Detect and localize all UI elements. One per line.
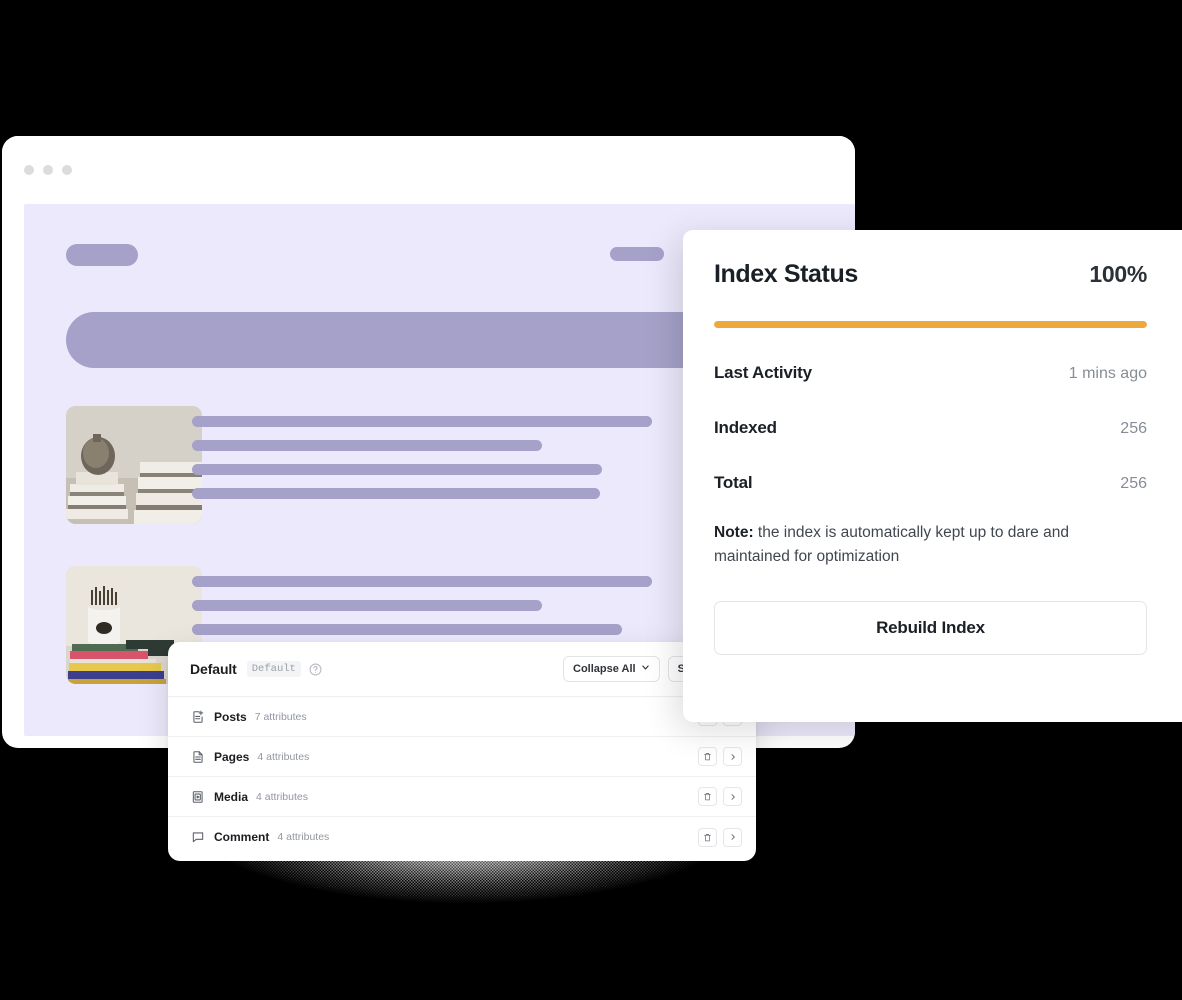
window-dot-close-icon[interactable]	[24, 165, 34, 175]
row-actions	[698, 747, 742, 766]
window-dot-maximize-icon[interactable]	[62, 165, 72, 175]
document-icon	[190, 749, 205, 764]
row-attribute-count: 7 attributes	[254, 710, 307, 723]
screenshot-stage: Default Default Collapse All Sources &	[0, 0, 1182, 1000]
collapse-all-label: Collapse All	[573, 663, 636, 675]
document-plus-icon	[190, 709, 205, 724]
stat-label: Last Activity	[714, 363, 812, 382]
table-row[interactable]: Comment 4 attributes	[168, 817, 756, 857]
mock-thumbnail-vase	[66, 406, 202, 524]
schema-panel-header: Default Default Collapse All Sources &	[168, 642, 756, 697]
placeholder-text-block-1	[192, 416, 672, 512]
row-name: Media	[214, 789, 249, 804]
stat-value: 256	[1120, 475, 1147, 492]
stat-value: 256	[1120, 420, 1147, 437]
row-attribute-count: 4 attributes	[256, 790, 308, 803]
placeholder-nav-pill	[610, 247, 664, 261]
expand-row-button[interactable]	[723, 787, 742, 806]
stat-last-activity: Last Activity 1 mins ago	[714, 363, 1147, 383]
placeholder-logo-pill	[66, 244, 138, 266]
row-actions	[698, 787, 742, 806]
expand-row-button[interactable]	[723, 827, 742, 847]
table-row[interactable]: Posts 7 attributes	[168, 697, 756, 737]
row-attribute-count: 4 attributes	[277, 831, 330, 843]
expand-row-button[interactable]	[723, 747, 742, 766]
media-icon	[190, 789, 205, 804]
delete-row-button[interactable]	[698, 787, 717, 806]
index-percent-value: 100%	[1089, 261, 1147, 287]
index-status-header: Index Status 100%	[714, 260, 1147, 289]
help-circle-icon[interactable]	[309, 663, 322, 676]
row-attribute-count: 4 attributes	[257, 750, 310, 763]
delete-row-button[interactable]	[698, 747, 717, 766]
stat-label: Indexed	[714, 418, 777, 437]
index-status-panel: Index Status 100% Last Activity 1 mins a…	[683, 230, 1182, 722]
delete-row-button[interactable]	[698, 827, 717, 847]
row-name: Comment	[214, 830, 270, 844]
schema-default-badge: Default	[246, 661, 301, 677]
stat-total: Total 256	[714, 473, 1147, 493]
row-name: Pages	[214, 749, 250, 764]
page-title: Index Status	[714, 260, 858, 288]
window-dot-minimize-icon[interactable]	[43, 165, 53, 175]
browser-titlebar	[2, 136, 855, 204]
schema-panel: Default Default Collapse All Sources &	[168, 642, 756, 861]
stat-value: 1 mins ago	[1068, 365, 1147, 382]
index-progress-bar	[714, 321, 1147, 328]
collapse-all-button[interactable]: Collapse All	[563, 656, 660, 682]
index-note-text: the index is automatically kept up to da…	[714, 524, 1069, 566]
stat-label: Total	[714, 473, 753, 492]
comment-icon	[190, 830, 205, 845]
table-row[interactable]: Media 4 attributes	[168, 777, 756, 817]
index-note-label: Note:	[714, 524, 754, 541]
rebuild-index-button[interactable]: Rebuild Index	[714, 601, 1147, 656]
stat-indexed: Indexed 256	[714, 418, 1147, 438]
schema-title: Default	[190, 661, 237, 677]
table-row[interactable]: Pages 4 attributes	[168, 737, 756, 777]
row-actions	[698, 827, 742, 847]
index-progress-fill	[714, 321, 1147, 328]
index-note: Note: the index is automatically kept up…	[714, 521, 1147, 569]
chevron-down-icon	[641, 663, 650, 675]
row-name: Posts	[214, 709, 247, 724]
